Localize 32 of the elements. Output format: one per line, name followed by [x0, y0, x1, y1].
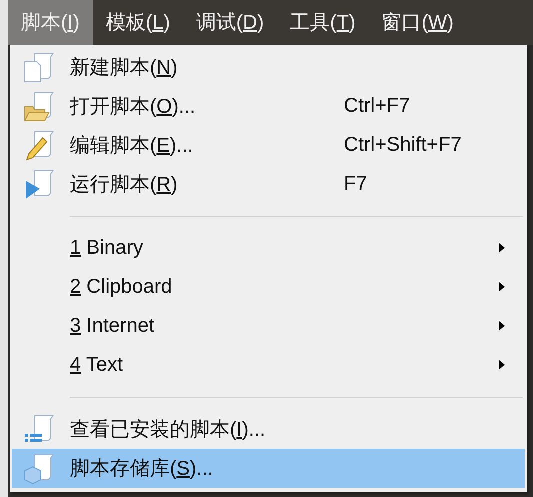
menu-item[interactable]: 打开脚本(O)... Ctrl+F7: [12, 87, 525, 126]
menu-item[interactable]: 3 Internet: [12, 307, 525, 346]
menu-bar-item[interactable]: 脚本(I): [8, 0, 93, 45]
menu-item-label: 打开脚本(O)...: [70, 95, 197, 120]
menu-item[interactable]: 脚本存储库(S)...: [12, 449, 525, 488]
menu-item-label: 2 Clipboard: [70, 276, 174, 299]
menu-bar-item[interactable]: 窗口(W): [368, 0, 467, 45]
menu-bar-item[interactable]: 工具(T): [277, 0, 369, 45]
menu-item-label: 1 Binary: [70, 237, 144, 260]
menu-item-label: 脚本存储库(S)...: [70, 457, 214, 482]
menu-item-label: 查看已安装的脚本(I)...: [70, 418, 267, 443]
menu-item[interactable]: 编辑脚本(E)... Ctrl+Shift+F7: [12, 126, 525, 165]
submenu-arrow-icon: [499, 360, 505, 370]
menu-item-label: 编辑脚本(E)...: [70, 134, 194, 159]
menu-bar-item[interactable]: 调试(D): [183, 0, 278, 45]
submenu-arrow-icon: [499, 282, 505, 292]
menu-item-label: 3 Internet: [70, 315, 156, 338]
submenu-arrow-icon: [499, 243, 505, 253]
menu-item[interactable]: 新建脚本(N): [12, 48, 525, 87]
shortcut-label: Ctrl+Shift+F7: [344, 134, 462, 157]
menu-item-label: 运行脚本(R): [70, 173, 179, 198]
menu-bar-item[interactable]: 模板(L): [92, 0, 184, 45]
submenu-arrow-icon: [499, 321, 505, 331]
menu-item[interactable]: 2 Clipboard: [12, 268, 525, 307]
menu-item[interactable]: 4 Text: [12, 346, 525, 385]
menu-item-label: 4 Text: [70, 354, 124, 377]
menu-item[interactable]: 运行脚本(R) F7: [12, 165, 525, 204]
menu-item-label: 新建脚本(N): [70, 56, 179, 81]
menu-item[interactable]: 1 Binary: [12, 229, 525, 268]
menu-item[interactable]: 查看已安装的脚本(I)...: [12, 410, 525, 449]
shortcut-label: F7: [344, 173, 368, 196]
shortcut-label: Ctrl+F7: [344, 95, 410, 118]
